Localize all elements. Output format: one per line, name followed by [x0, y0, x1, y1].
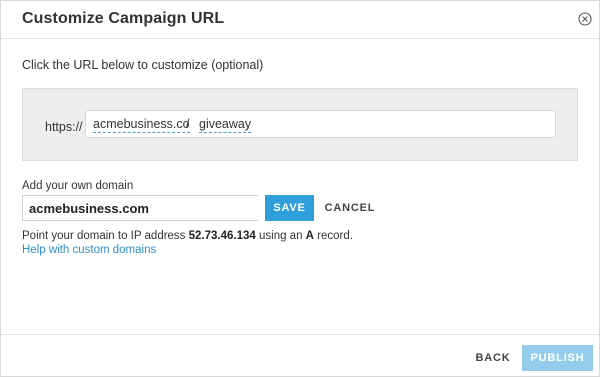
- record-type: A: [305, 230, 314, 242]
- back-button[interactable]: BACK: [471, 345, 515, 371]
- close-icon[interactable]: [578, 12, 592, 26]
- custom-domain-input[interactable]: [22, 195, 258, 221]
- dialog-title: Customize Campaign URL: [22, 10, 225, 27]
- help-custom-domains-link[interactable]: Help with custom domains: [22, 244, 156, 256]
- dialog-header: Customize Campaign URL: [1, 1, 599, 39]
- dns-instruction-pre: Point your domain to IP address: [22, 230, 189, 242]
- publish-button[interactable]: PUBLISH: [522, 345, 593, 371]
- url-prefix: https://: [45, 120, 83, 134]
- url-path-segment[interactable]: giveaway: [199, 117, 252, 133]
- url-separator: /: [186, 117, 190, 131]
- dialog-footer: BACK PUBLISH: [1, 334, 599, 377]
- save-button[interactable]: SAVE: [265, 195, 314, 221]
- dns-instruction-mid: using an: [255, 230, 306, 242]
- custom-domain-label: Add your own domain: [22, 180, 134, 192]
- cancel-button[interactable]: CANCEL: [323, 195, 377, 221]
- ip-address: 52.73.46.134: [188, 230, 256, 242]
- url-preview-panel: https:// acmebusiness.co / giveaway: [22, 88, 578, 161]
- url-domain-segment[interactable]: acmebusiness.co: [93, 117, 190, 133]
- customize-url-dialog: Customize Campaign URL Click the URL bel…: [0, 0, 600, 377]
- intro-text: Click the URL below to customize (option…: [22, 58, 264, 72]
- dns-instruction-post: record.: [313, 230, 353, 242]
- dns-instruction: Point your domain to IP address 52.73.46…: [22, 230, 353, 242]
- url-field: acmebusiness.co / giveaway: [85, 110, 556, 138]
